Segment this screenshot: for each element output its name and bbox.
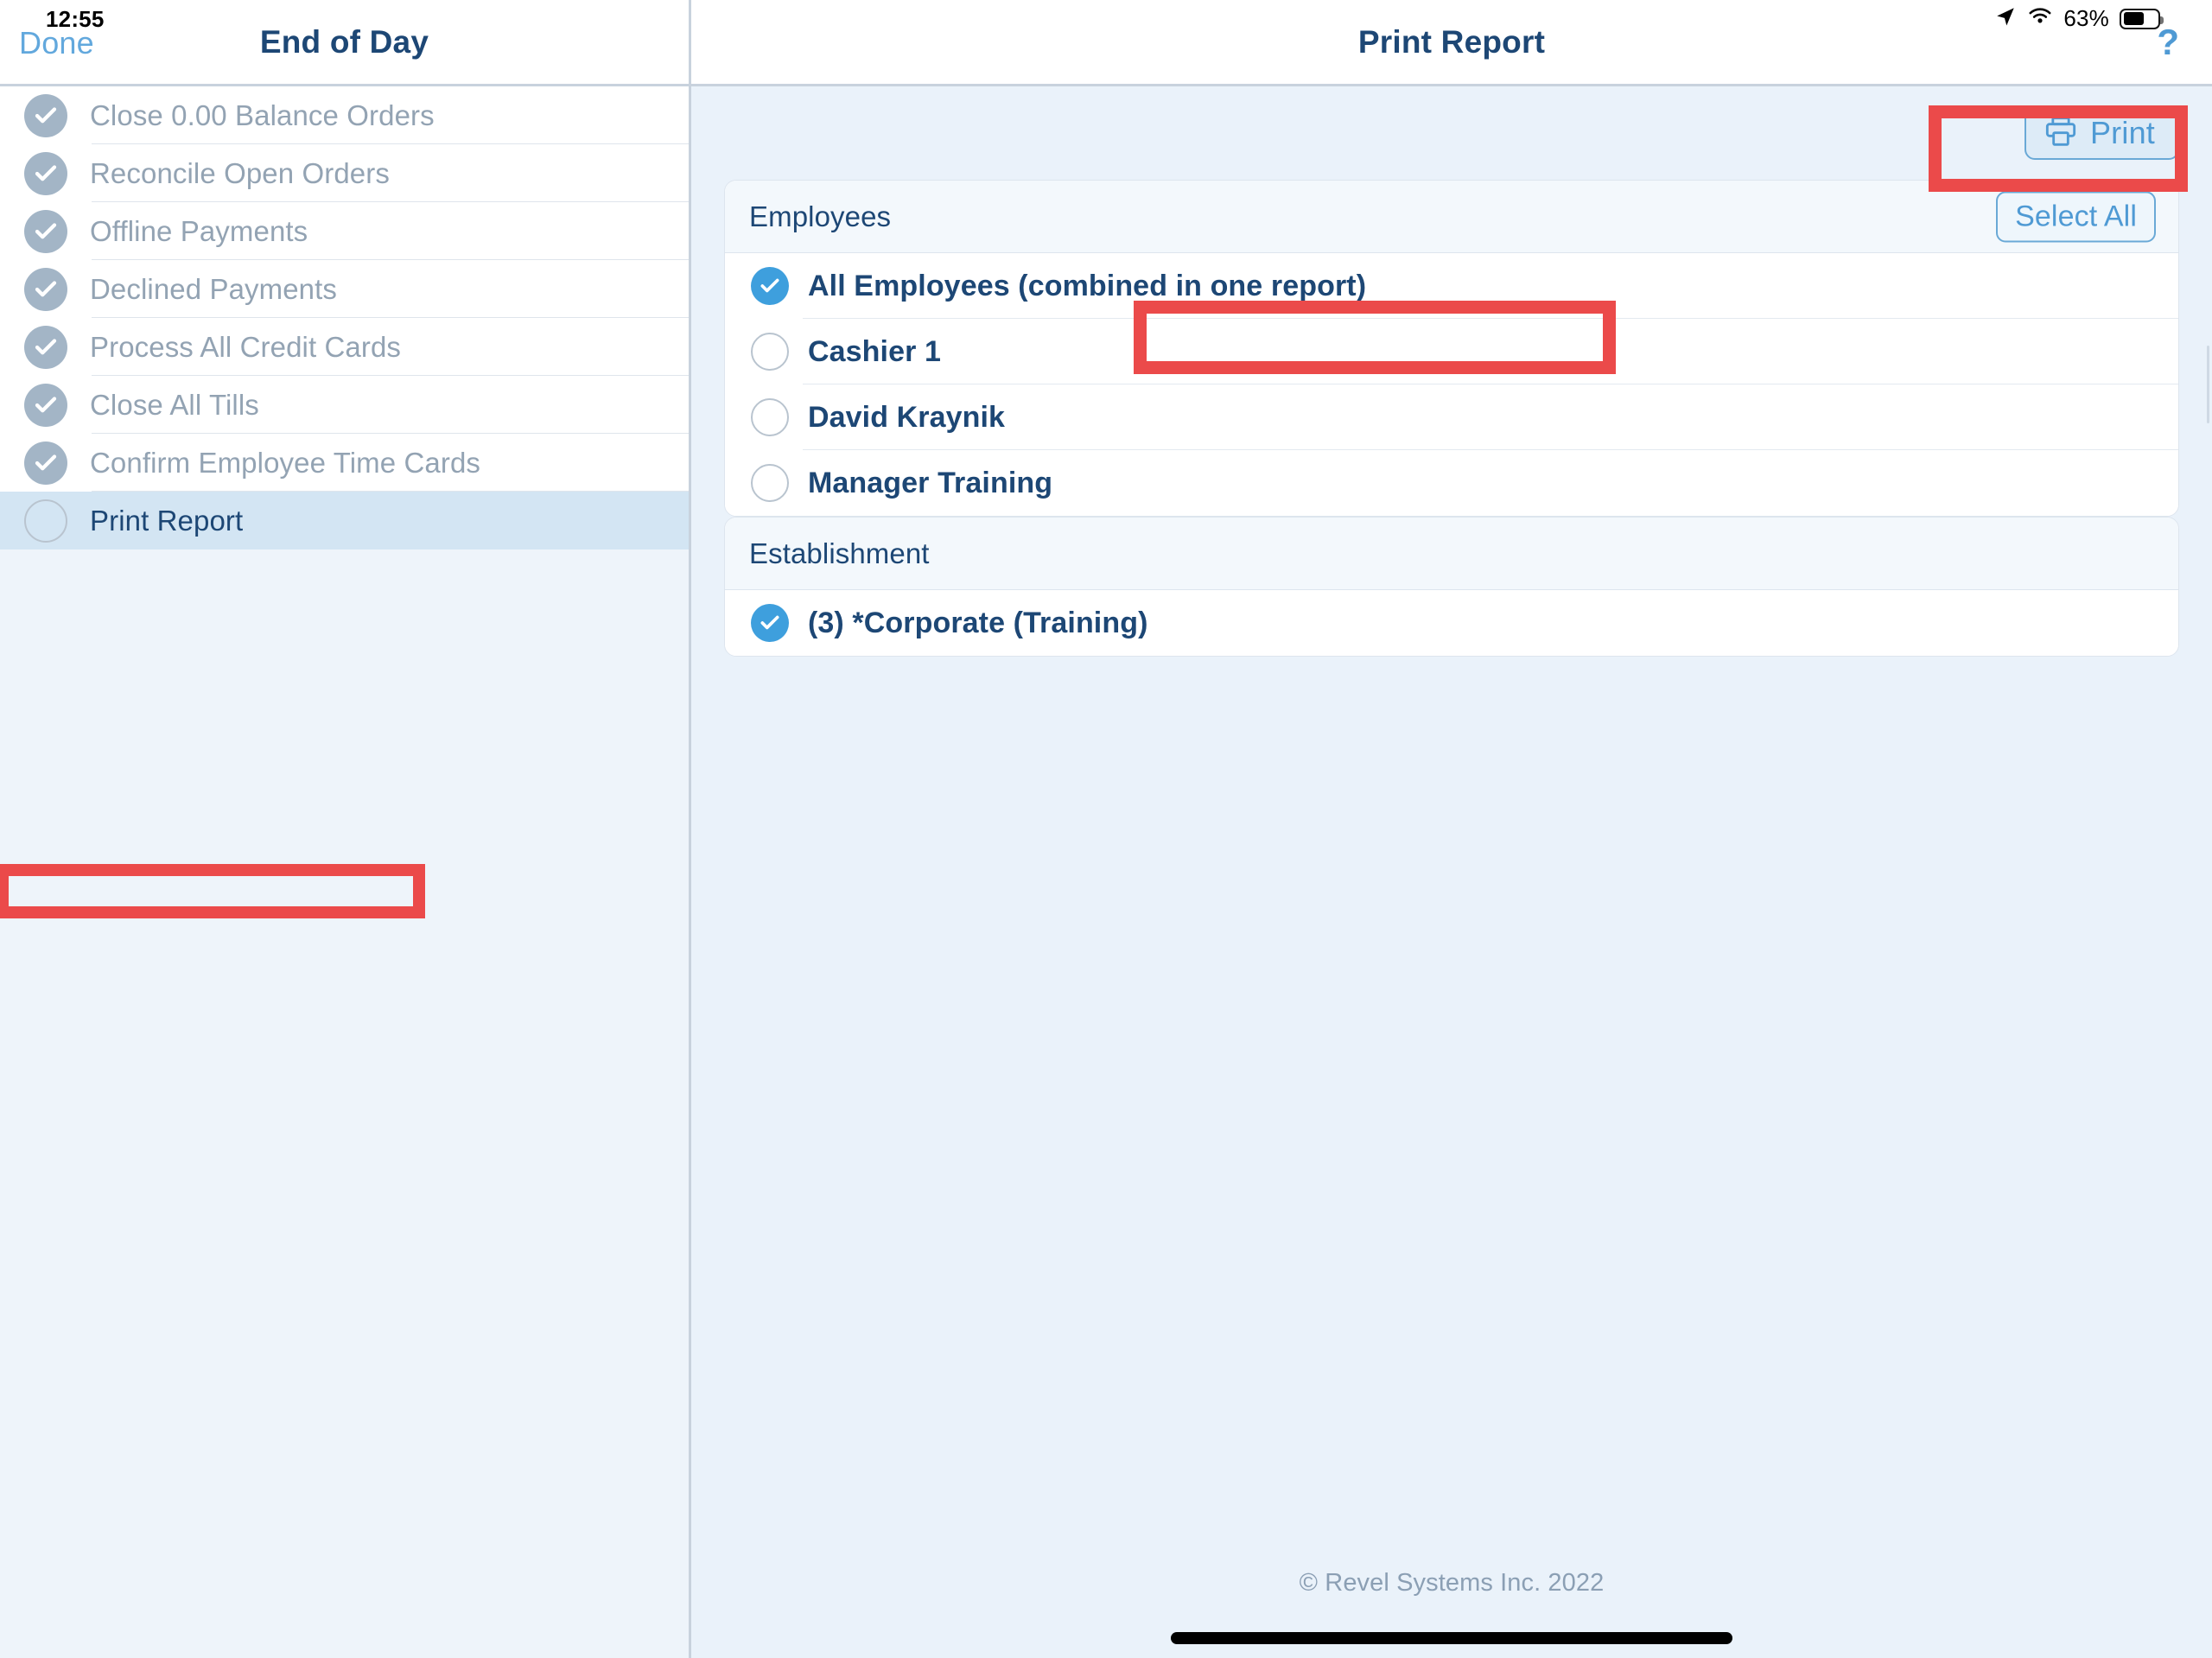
employee-option-manager-training[interactable]: Manager Training	[725, 450, 2178, 516]
end-of-day-checklist: Close 0.00 Balance Orders Reconcile Open…	[0, 86, 689, 549]
check-circle-icon	[24, 151, 67, 195]
highlight-box-print-report	[0, 864, 425, 918]
establishment-header-label: Establishment	[749, 537, 930, 569]
unchecked-radio-icon	[751, 398, 789, 436]
app-root: 12:55 63% Done End of Day Close 0.00 Bal…	[0, 0, 2212, 1658]
sidebar-item-close-all-tills[interactable]: Close All Tills	[0, 376, 689, 434]
unchecked-radio-icon	[751, 333, 789, 371]
sidebar-item-reconcile-open-orders[interactable]: Reconcile Open Orders	[0, 144, 689, 202]
employee-option-label: Cashier 1	[808, 334, 941, 368]
sidebar-item-label: Process All Credit Cards	[90, 330, 402, 363]
print-button-label: Print	[2089, 115, 2155, 150]
establishment-option-label: (3) *Corporate (Training)	[808, 606, 1148, 639]
sidebar-item-process-all-credit-cards[interactable]: Process All Credit Cards	[0, 318, 689, 376]
printer-icon	[2044, 114, 2078, 153]
checked-radio-icon	[751, 604, 789, 642]
empty-circle-icon	[24, 499, 67, 543]
sidebar-title: End of Day	[259, 23, 429, 60]
sidebar-item-label: Declined Payments	[90, 272, 338, 305]
employee-option-label: Manager Training	[808, 466, 1053, 499]
employee-option-label: David Kraynik	[808, 400, 1006, 434]
employee-option-label: All Employees (combined in one report)	[808, 269, 1367, 302]
toolbar: Print	[724, 86, 2179, 180]
establishment-card-header: Establishment	[725, 518, 2178, 590]
employee-option-cashier-1[interactable]: Cashier 1	[725, 319, 2178, 384]
sidebar-item-label: Close All Tills	[90, 388, 259, 421]
establishment-option-corporate-training[interactable]: (3) *Corporate (Training)	[725, 590, 2178, 656]
print-button[interactable]: Print	[2024, 106, 2179, 160]
sidebar-item-label: Confirm Employee Time Cards	[90, 446, 481, 479]
check-circle-icon	[24, 93, 67, 137]
check-circle-icon	[24, 325, 67, 369]
check-circle-icon	[24, 209, 67, 253]
employees-card: Employees Select All All Employees (comb…	[724, 180, 2179, 517]
page-title: Print Report	[1357, 23, 1546, 60]
sidebar-item-label: Offline Payments	[90, 214, 308, 247]
check-circle-icon	[24, 383, 67, 427]
sidebar-item-label: Print Report	[90, 504, 244, 537]
check-circle-icon	[24, 267, 67, 311]
help-icon[interactable]: ?	[2157, 22, 2179, 63]
sidebar-item-declined-payments[interactable]: Declined Payments	[0, 260, 689, 318]
main-panel: Print Report ? Print Employees Select Al…	[691, 0, 2212, 1658]
establishment-card: Establishment (3) *Corporate (Training)	[724, 517, 2179, 657]
sidebar-navbar: Done End of Day	[0, 0, 689, 86]
unchecked-radio-icon	[751, 464, 789, 502]
scrollbar[interactable]	[2207, 346, 2209, 423]
sidebar-item-confirm-employee-time-cards[interactable]: Confirm Employee Time Cards	[0, 434, 689, 492]
sidebar-item-offline-payments[interactable]: Offline Payments	[0, 202, 689, 260]
main-navbar: Print Report ?	[691, 0, 2212, 86]
checked-radio-icon	[751, 267, 789, 305]
sidebar-item-label: Close 0.00 Balance Orders	[90, 98, 435, 131]
check-circle-icon	[24, 441, 67, 485]
sidebar: Done End of Day Close 0.00 Balance Order…	[0, 0, 691, 1658]
employee-option-david-kraynik[interactable]: David Kraynik	[725, 384, 2178, 450]
select-all-button[interactable]: Select All	[1996, 191, 2156, 242]
copyright-footer: © Revel Systems Inc. 2022	[1299, 1569, 1605, 1597]
main-content: Print Employees Select All All Employees…	[691, 86, 2212, 1658]
employees-card-header: Employees Select All	[725, 181, 2178, 253]
done-button[interactable]: Done	[19, 25, 94, 61]
employees-header-label: Employees	[749, 200, 892, 232]
sidebar-item-close-balance-orders[interactable]: Close 0.00 Balance Orders	[0, 86, 689, 144]
employee-option-all-employees[interactable]: All Employees (combined in one report)	[725, 253, 2178, 319]
home-indicator[interactable]	[1171, 1632, 1732, 1644]
sidebar-item-print-report[interactable]: Print Report	[0, 492, 689, 549]
sidebar-item-label: Reconcile Open Orders	[90, 156, 390, 189]
